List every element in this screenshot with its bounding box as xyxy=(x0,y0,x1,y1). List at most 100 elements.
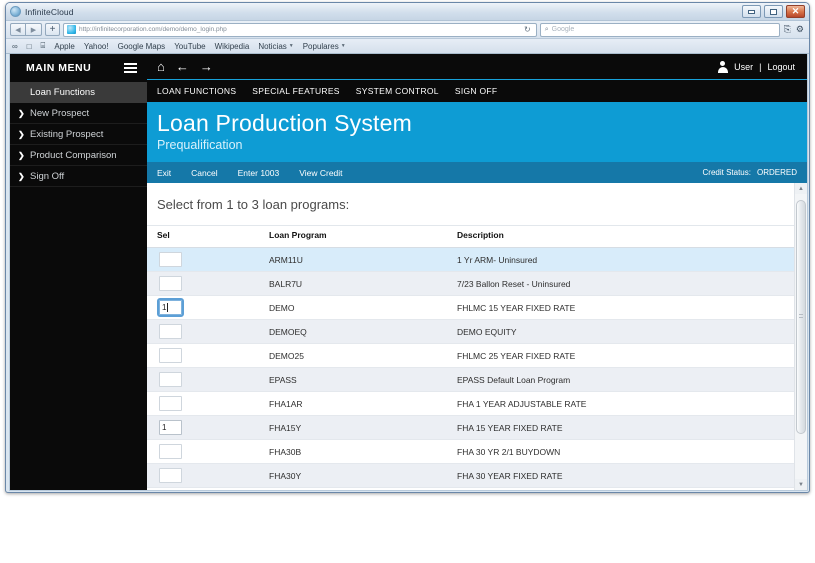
exit-button[interactable]: Exit xyxy=(157,168,171,178)
sidebar-item-new-prospect[interactable]: ❯ New Prospect xyxy=(10,103,147,124)
cell-description: FHA 30 YEAR FIXED RATE xyxy=(457,464,807,488)
bookmark-populares-label: Populares xyxy=(303,42,339,51)
reading-list-icon[interactable]: ∞ xyxy=(12,42,18,51)
maximize-button[interactable] xyxy=(764,5,783,18)
nav-special-features[interactable]: SPECIAL FEATURES xyxy=(252,86,339,96)
url-text: http://infinitecorporation.com/demo/demo… xyxy=(79,26,521,33)
forward-button[interactable]: ▶ xyxy=(26,23,42,36)
sidebar-item-product-comparison[interactable]: ❯ Product Comparison xyxy=(10,145,147,166)
table-row[interactable]: 1 DEMO FHLMC 15 YEAR FIXED RATE xyxy=(147,296,807,320)
cancel-button[interactable]: Cancel xyxy=(191,168,217,178)
nav-sign-off[interactable]: SIGN OFF xyxy=(455,86,498,96)
sidebar-item-existing-prospect[interactable]: ❯ Existing Prospect xyxy=(10,124,147,145)
cell-description: FHA 1 YEAR ADJUSTABLE RATE xyxy=(457,392,807,416)
close-button[interactable]: ✕ xyxy=(786,5,805,18)
user-avatar-icon xyxy=(717,61,728,73)
credit-status-label: Credit Status: xyxy=(703,168,751,177)
bookmarks-sidebar-icon[interactable]: □ xyxy=(27,42,32,51)
address-bar[interactable]: http://infinitecorporation.com/demo/demo… xyxy=(63,23,537,37)
browser-toolbar: ◀ ▶ + http://infinitecorporation.com/dem… xyxy=(6,21,809,39)
search-box[interactable]: ⌕ Google xyxy=(540,23,780,37)
sel-input[interactable] xyxy=(159,444,182,459)
table-row[interactable]: FHA1AR FHA 1 YEAR ADJUSTABLE RATE xyxy=(147,392,807,416)
table-row[interactable]: ARM11U 1 Yr ARM- Uninsured xyxy=(147,248,807,272)
table-row[interactable]: EPASS EPASS Default Loan Program xyxy=(147,368,807,392)
topbar-icon-group: ⌂ ← → xyxy=(157,60,213,73)
sidebar: MAIN MENU ❯ Loan Functions ❯ New Prospec… xyxy=(10,54,147,490)
scrollbar-thumb[interactable] xyxy=(796,200,806,434)
cell-description: FHLMC 15 YEAR FIXED RATE xyxy=(457,296,807,320)
sidebar-item-loan-functions[interactable]: ❯ Loan Functions xyxy=(10,82,147,103)
nav-loan-functions[interactable]: LOAN FUNCTIONS xyxy=(157,86,236,96)
table-row[interactable]: FHA30B FHA 30 YR 2/1 BUYDOWN xyxy=(147,440,807,464)
app-topbar: ⌂ ← → User | Logout xyxy=(147,54,807,80)
bookmark-youtube[interactable]: YouTube xyxy=(174,42,205,51)
page-actions-icon[interactable]: ⎘ xyxy=(783,25,792,34)
table-row[interactable]: DEMO25 FHLMC 25 YEAR FIXED RATE xyxy=(147,344,807,368)
window-controls: ✕ xyxy=(742,5,805,18)
column-header-loan-program: Loan Program xyxy=(269,226,457,248)
cell-loan-program: ARM11U xyxy=(269,248,457,272)
sel-input[interactable] xyxy=(159,468,182,483)
window-titlebar: InfiniteCloud ✕ xyxy=(6,3,809,21)
table-row[interactable] xyxy=(147,488,807,490)
enter-1003-button[interactable]: Enter 1003 xyxy=(238,168,280,178)
sidebar-header: MAIN MENU xyxy=(10,54,147,82)
logout-link[interactable]: Logout xyxy=(767,62,795,72)
bookmark-populares[interactable]: Populares▼ xyxy=(303,42,346,51)
table-row[interactable]: FHA30Y FHA 30 YEAR FIXED RATE xyxy=(147,464,807,488)
sidebar-item-label: Loan Functions xyxy=(30,87,95,98)
sel-input[interactable] xyxy=(159,276,182,291)
nav-system-control[interactable]: SYSTEM CONTROL xyxy=(356,86,439,96)
cell-loan-program xyxy=(269,488,457,490)
sel-input[interactable] xyxy=(159,372,182,387)
user-separator: | xyxy=(759,62,761,72)
sel-input-value: 1 xyxy=(162,301,166,314)
hamburger-icon[interactable] xyxy=(124,63,137,73)
cell-description: DEMO EQUITY xyxy=(457,320,807,344)
minimize-button[interactable] xyxy=(742,5,761,18)
chevron-right-icon: ❯ xyxy=(18,109,30,118)
bookmark-apple[interactable]: Apple xyxy=(54,42,74,51)
sel-input[interactable] xyxy=(159,252,182,267)
user-area: User | Logout xyxy=(717,61,795,73)
sidebar-item-sign-off[interactable]: ❯ Sign Off xyxy=(10,166,147,187)
credit-status: Credit Status:ORDERED xyxy=(703,168,797,177)
user-label[interactable]: User xyxy=(734,62,753,72)
back-arrow-icon[interactable]: ← xyxy=(176,60,189,73)
sel-input[interactable] xyxy=(159,348,182,363)
new-tab-button[interactable]: + xyxy=(45,23,60,36)
column-header-sel: Sel xyxy=(147,226,269,248)
scroll-down-arrow[interactable]: ▼ xyxy=(795,479,807,490)
cell-description: FHA 30 YR 2/1 BUYDOWN xyxy=(457,440,807,464)
back-button[interactable]: ◀ xyxy=(10,23,26,36)
sidebar-item-label: Existing Prospect xyxy=(30,129,103,140)
scroll-up-arrow[interactable]: ▲ xyxy=(795,183,807,194)
table-row[interactable]: BALR7U 7/23 Ballon Reset - Uninsured xyxy=(147,272,807,296)
gear-icon[interactable]: ⚙ xyxy=(795,25,805,34)
top-sites-icon[interactable]: ⌸ xyxy=(41,41,46,51)
sel-input-focused[interactable]: 1 xyxy=(159,300,182,315)
action-bar: Exit Cancel Enter 1003 View Credit Credi… xyxy=(147,162,807,183)
table-header-row: Sel Loan Program Description xyxy=(147,226,807,248)
bookmark-wikipedia[interactable]: Wikipedia xyxy=(215,42,250,51)
page-title: Loan Production System xyxy=(157,110,807,136)
table-row[interactable]: DEMOEQ DEMO EQUITY xyxy=(147,320,807,344)
content-scrollbar[interactable]: ▲ ▼ xyxy=(794,183,807,490)
bookmark-noticias[interactable]: Noticias▼ xyxy=(258,42,293,51)
reload-icon[interactable]: ↻ xyxy=(524,25,533,34)
sel-input[interactable] xyxy=(159,396,182,411)
view-credit-button[interactable]: View Credit xyxy=(299,168,342,178)
content-panel: Select from 1 to 3 loan programs: Sel Lo… xyxy=(147,183,807,490)
site-favicon-icon xyxy=(67,25,76,34)
sel-input[interactable] xyxy=(159,324,182,339)
sel-input[interactable]: 1 xyxy=(159,420,182,435)
forward-arrow-icon[interactable]: → xyxy=(200,60,213,73)
table-row[interactable]: 1 FHA15Y FHA 15 YEAR FIXED RATE xyxy=(147,416,807,440)
home-icon[interactable]: ⌂ xyxy=(157,60,165,73)
sel-input-value: 1 xyxy=(162,421,166,434)
bookmark-google-maps[interactable]: Google Maps xyxy=(118,42,166,51)
scrollbar-track[interactable] xyxy=(796,194,806,479)
cell-description xyxy=(457,488,807,490)
bookmark-yahoo[interactable]: Yahoo! xyxy=(84,42,109,51)
